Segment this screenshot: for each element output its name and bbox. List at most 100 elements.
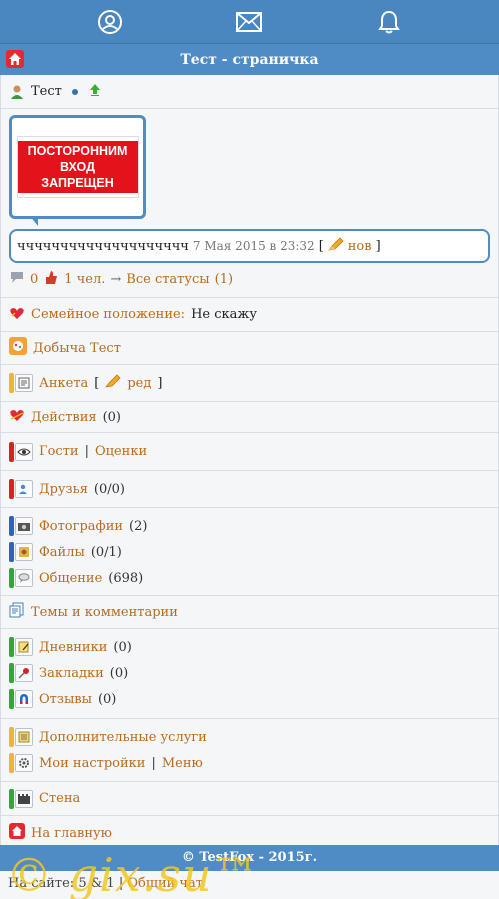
camera-icon <box>9 516 33 536</box>
settings-link[interactable]: Мои настройки <box>39 756 145 771</box>
comment-icon[interactable] <box>9 270 25 288</box>
like-icon[interactable] <box>43 269 59 289</box>
friends-group: Друзья (0/0) <box>1 471 498 508</box>
likes-link[interactable]: 1 чел. <box>64 272 105 287</box>
pencil-icon <box>327 237 344 255</box>
menu-item-settings[interactable]: Мои настройки | Меню <box>9 750 490 776</box>
family-label: Семейное положение: <box>31 307 186 322</box>
anketa-icon <box>9 373 33 393</box>
page-title: Тест - страничка <box>180 51 319 68</box>
status-meta: 0 1 чел. → Все статусы (1) <box>9 269 490 289</box>
services-group: Дополнительные услуги Мои настройки | Ме… <box>1 719 498 782</box>
friends-link[interactable]: Друзья <box>39 482 88 497</box>
menu-link[interactable]: Меню <box>162 756 203 771</box>
guests-sep: | <box>84 444 89 459</box>
friends-count: (0/0) <box>93 481 125 497</box>
chat-count: (698) <box>108 570 144 586</box>
home-link[interactable]: На главную <box>31 826 112 841</box>
loot-icon <box>9 337 27 359</box>
avatar-sign-image: ПОСТОРОННИМ ВХОД ЗАПРЕЩЕН <box>16 136 139 198</box>
guests-link[interactable]: Гости <box>39 444 79 459</box>
menu-item-wall[interactable]: Стена <box>9 786 80 812</box>
anketa-group: Анкета [ ред ] <box>1 365 498 402</box>
user-name[interactable]: Тест <box>31 84 62 99</box>
topics-icon <box>9 602 25 622</box>
bracket-open: [ <box>318 238 324 254</box>
menu-item-anketa[interactable]: Анкета [ ред ] <box>9 370 162 396</box>
edit-pencil-icon <box>105 374 121 392</box>
topics-link[interactable]: Темы и комментарии <box>31 605 178 620</box>
magnet-icon <box>9 689 33 709</box>
menu-item-chat[interactable]: Общение (698) <box>9 565 490 591</box>
menu-item-reviews[interactable]: Отзывы (0) <box>9 686 490 712</box>
photos-count: (2) <box>129 518 148 534</box>
ratings-link[interactable]: Оценки <box>95 444 147 459</box>
reviews-link[interactable]: Отзывы <box>39 692 92 707</box>
loot-link[interactable]: Добыча Тест <box>33 341 121 356</box>
page-title-bar: Тест - страничка <box>0 43 499 75</box>
heart-icon <box>9 305 25 325</box>
menu-item-diaries[interactable]: Дневники (0) <box>9 634 490 660</box>
loot-row[interactable]: Добыча Тест <box>1 332 498 365</box>
online-prefix: На сайте: <box>8 876 75 891</box>
settings-sep: | <box>151 755 156 771</box>
edit-link[interactable]: ред <box>127 376 151 391</box>
eye-icon <box>9 441 33 462</box>
status-new-link[interactable]: нов <box>348 239 372 254</box>
profile-icon[interactable] <box>90 2 130 42</box>
reviews-count: (0) <box>97 691 117 707</box>
bookmarks-count: (0) <box>109 665 129 681</box>
friends-icon <box>9 479 33 499</box>
menu-item-files[interactable]: Файлы (0/1) <box>9 539 490 565</box>
mail-icon[interactable] <box>229 2 269 42</box>
media-group: Фотографии (2) Файлы (0/1) Общение (698) <box>1 508 498 596</box>
user-row: Тест <box>1 75 498 109</box>
avatar[interactable]: ПОСТОРОННИМ ВХОД ЗАПРЕЩЕН <box>9 115 146 226</box>
all-statuses-count: (1) <box>214 271 234 287</box>
topics-row[interactable]: Темы и комментарии <box>1 596 498 629</box>
sign-line-2: ВХОД <box>59 160 96 174</box>
online-dot-icon <box>71 88 78 95</box>
files-icon <box>9 542 33 562</box>
profile-panel: Тест ПОСТОРОННИМ ВХОД ЗАПРЕЩЕН ччччччччч… <box>0 75 499 850</box>
up-arrow-icon <box>89 83 100 100</box>
menu-item-guests[interactable]: Гости | Оценки <box>9 439 147 465</box>
status-date: 7 Мая 2015 в 23:32 <box>192 239 315 253</box>
family-row: Семейное положение: Не скажу <box>1 298 498 332</box>
wall-group: Стена <box>1 782 498 816</box>
bell-icon[interactable] <box>369 2 409 42</box>
status-block: ПОСТОРОННИМ ВХОД ЗАПРЕЩЕН чччччччччччччч… <box>1 109 498 298</box>
family-value: Не скажу <box>191 307 257 322</box>
guests-group: Гости | Оценки <box>1 433 498 471</box>
wall-link[interactable]: Стена <box>39 791 80 806</box>
chat-icon <box>9 568 33 588</box>
photos-link[interactable]: Фотографии <box>39 519 123 534</box>
status-bubble: чччччччччччччччччччч 7 Мая 2015 в 23:32 … <box>9 229 490 263</box>
general-chat-link[interactable]: Общий чат <box>127 876 203 891</box>
anketa-link[interactable]: Анкета <box>39 376 88 391</box>
top-navbar <box>0 0 499 43</box>
menu-item-extra[interactable]: Дополнительные услуги <box>9 724 490 750</box>
extra-link[interactable]: Дополнительные услуги <box>39 730 207 745</box>
sign-line-3: ЗАПРЕЩЕН <box>41 176 114 190</box>
all-statuses-link[interactable]: Все статусы <box>126 272 209 287</box>
menu-item-photos[interactable]: Фотографии (2) <box>9 513 490 539</box>
home-icon[interactable] <box>6 50 24 72</box>
chat-link[interactable]: Общение <box>39 571 102 586</box>
bookmarks-link[interactable]: Закладки <box>39 666 104 681</box>
edit-bracket-open: [ <box>94 375 100 391</box>
comments-count[interactable]: 0 <box>30 272 38 287</box>
arrow-text: → <box>110 271 122 287</box>
diaries-link[interactable]: Дневники <box>39 640 107 655</box>
pin-icon <box>9 663 33 683</box>
menu-item-bookmarks[interactable]: Закладки (0) <box>9 660 490 686</box>
files-count: (0/1) <box>90 544 122 560</box>
menu-item-friends[interactable]: Друзья (0/0) <box>9 476 125 502</box>
user-icon <box>9 84 25 100</box>
diaries-count: (0) <box>113 639 132 655</box>
files-link[interactable]: Файлы <box>39 545 85 560</box>
actions-link[interactable]: Действия <box>31 410 97 425</box>
online-bar: На сайте: 5 & 1 | Общий чат <box>0 871 499 899</box>
actions-row[interactable]: Действия (0) <box>1 402 498 433</box>
online-count-link[interactable]: 5 & 1 <box>78 876 114 891</box>
